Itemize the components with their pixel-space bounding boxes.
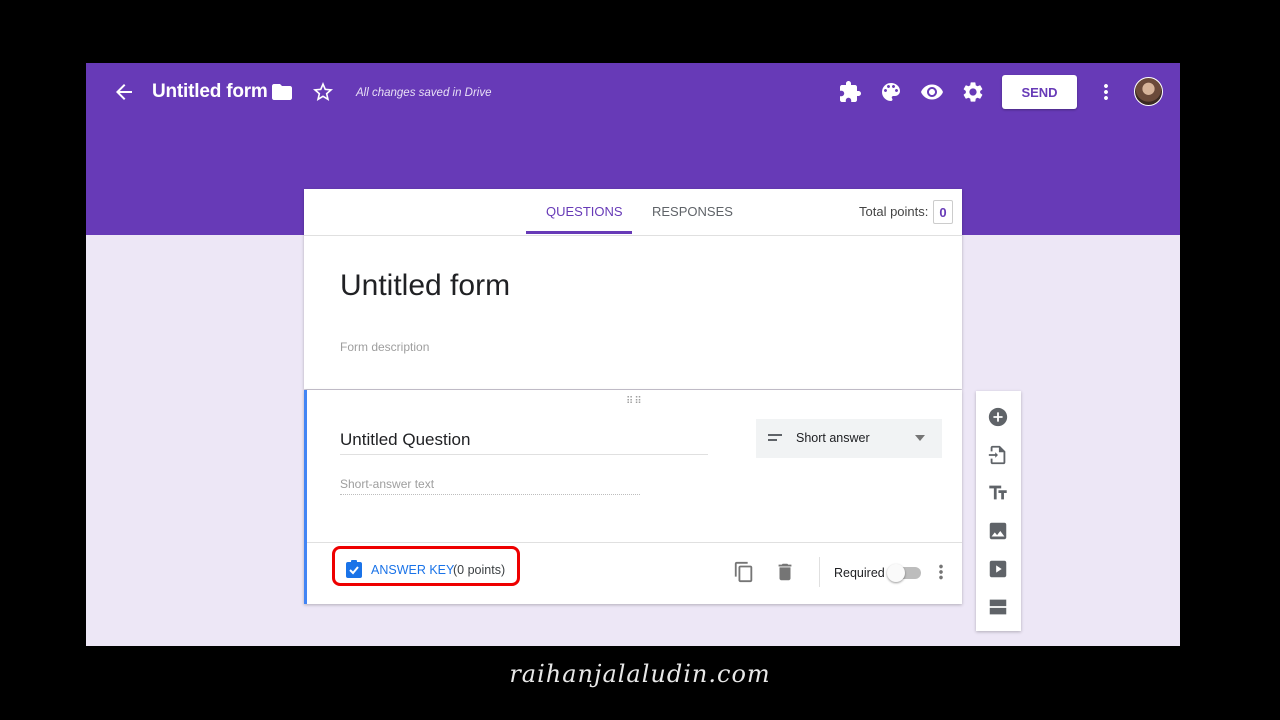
question-footer: ANSWER KEY (0 points) Required [307,542,962,605]
active-tab-indicator [526,231,632,234]
question-more-vert-icon[interactable] [930,561,952,583]
add-video-icon[interactable] [987,558,1009,580]
question-points: (0 points) [453,563,506,577]
forms-editor-screen: Untitled form All changes saved in Drive… [86,63,1180,646]
back-arrow-icon[interactable] [112,80,136,104]
short-answer-icon [768,434,782,444]
folder-icon[interactable] [270,80,294,104]
answer-key-button[interactable]: ANSWER KEY [371,563,454,577]
send-button[interactable]: SEND [1002,75,1077,109]
floating-toolbar [976,391,1021,631]
short-answer-placeholder: Short-answer text [340,477,640,495]
question-title-field[interactable]: Untitled Question [340,430,708,455]
question-card[interactable]: ⠿⠿ Untitled Question Short answer Short-… [304,390,962,604]
import-questions-icon[interactable] [987,444,1009,466]
add-question-icon[interactable] [987,406,1009,428]
toggle-knob [887,564,905,582]
question-type-dropdown[interactable]: Short answer [756,419,942,458]
watermark: raihanjalaludin.com [509,660,771,688]
save-status: All changes saved in Drive [356,87,492,99]
add-image-icon[interactable] [987,520,1009,542]
answer-key-icon[interactable] [346,560,362,578]
settings-gear-icon[interactable] [961,80,985,104]
dropdown-caret-icon [915,435,925,441]
delete-trash-icon[interactable] [774,561,796,583]
add-title-icon[interactable] [987,482,1009,504]
tab-responses[interactable]: RESPONSES [652,204,733,219]
avatar[interactable] [1134,77,1163,106]
duplicate-icon[interactable] [733,561,755,583]
form-title[interactable]: Untitled form [340,269,510,303]
total-points-label: Total points: [859,204,929,219]
star-icon[interactable] [311,80,335,104]
form-description-field[interactable]: Form description [340,340,429,354]
more-vert-icon[interactable] [1094,80,1118,104]
required-label: Required [834,566,885,580]
drag-handle-icon[interactable]: ⠿⠿ [626,396,643,407]
required-toggle[interactable] [887,564,921,582]
form-title-header[interactable]: Untitled form [152,81,268,103]
tab-bar: QUESTIONS RESPONSES Total points: 0 [304,189,962,236]
divider [819,557,820,587]
question-type-label: Short answer [796,431,870,445]
form-header-card: QUESTIONS RESPONSES Total points: 0 Unti… [304,189,962,389]
total-points-value: 0 [933,200,953,224]
answer-key-highlight: ANSWER KEY (0 points) [332,546,520,586]
palette-icon[interactable] [879,80,903,104]
preview-eye-icon[interactable] [920,80,944,104]
add-section-icon[interactable] [987,596,1009,618]
tab-questions[interactable]: QUESTIONS [546,204,623,219]
addon-puzzle-icon[interactable] [838,80,862,104]
